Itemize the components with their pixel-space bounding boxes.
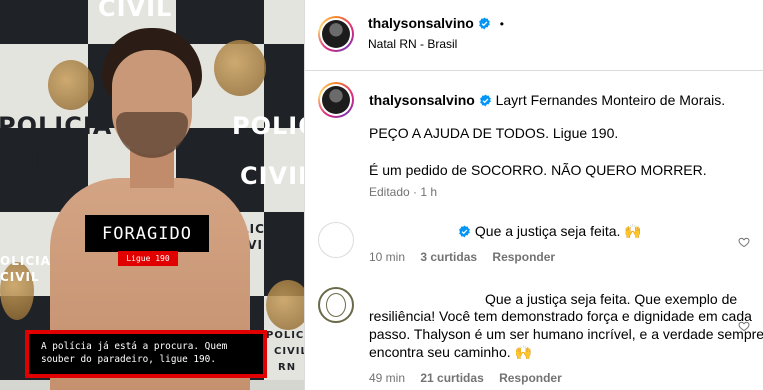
comment-text-line-1: Que a justiça seja feita. Que exemplo de	[485, 291, 738, 307]
header-divider	[305, 70, 763, 71]
like-heart-icon[interactable]	[738, 236, 750, 248]
comment-text: Que a justiça seja feita. 🙌	[474, 223, 642, 239]
post-image[interactable]: CIVIL POLICIA CIVIL POLICIA CIVIL POLICI…	[0, 0, 304, 390]
caption-username[interactable]: thalysonsalvino	[369, 92, 475, 108]
wall-text: CIVIL	[98, 0, 173, 22]
comment-text-line-2: resiliência! Você tem demonstrado força …	[369, 308, 752, 324]
wall-text: RN	[278, 362, 297, 373]
wall-text: CIVIL	[274, 346, 304, 357]
comment-text-line-4: encontra seu caminho. 🙌	[369, 344, 532, 360]
header-dot: •	[499, 17, 504, 31]
author-avatar[interactable]	[318, 16, 354, 52]
wall-text: OLICIA	[0, 254, 51, 268]
reply-button[interactable]: Responder	[492, 250, 555, 264]
alert-line-1: A polícia já está a procura. Quem	[41, 341, 228, 352]
reply-button[interactable]: Responder	[499, 371, 562, 385]
caption-edited: Editado	[369, 185, 410, 199]
like-heart-icon[interactable]	[738, 320, 750, 332]
comment-likes[interactable]: 21 curtidas	[420, 371, 483, 385]
caption-line-2: É um pedido de SOCORRO. NÃO QUERO MORRER…	[369, 162, 707, 178]
author-username[interactable]: thalysonsalvino	[368, 15, 474, 31]
commenter-avatar[interactable]	[318, 222, 354, 258]
wanted-label: FORAGIDO	[85, 215, 209, 252]
post-location[interactable]: Natal RN - Brasil	[368, 37, 457, 51]
wall-text: CIVIL	[0, 270, 40, 284]
verified-badge-icon	[479, 17, 491, 30]
call-190-label: Ligue 190	[118, 251, 178, 266]
caption-line-1: PEÇO A AJUDA DE TODOS. Ligue 190.	[369, 125, 619, 141]
comment-likes[interactable]: 3 curtidas	[420, 250, 477, 264]
alert-line-2: souber do paradeiro, ligue 190.	[41, 354, 216, 365]
verified-badge-icon	[479, 94, 491, 107]
post-header: thalysonsalvino • Natal RN - Brasil	[305, 0, 763, 70]
commenter-avatar[interactable]	[318, 287, 354, 323]
caption-name-line: Layrt Fernandes Monteiro de Morais.	[495, 92, 726, 108]
alert-box: A polícia já está a procura. Quem souber…	[25, 330, 267, 378]
comment-time[interactable]: 49 min	[369, 371, 405, 385]
comment-text-line-3: passo. Thalyson é um ser humano incrível…	[369, 326, 763, 342]
wall-text: POLICIA	[266, 330, 304, 341]
caption-avatar[interactable]	[318, 82, 354, 118]
verified-badge-icon	[459, 225, 470, 238]
caption-time[interactable]: 1 h	[420, 185, 437, 199]
caption-dot: ·	[413, 185, 418, 199]
comment-time[interactable]: 10 min	[369, 250, 405, 264]
